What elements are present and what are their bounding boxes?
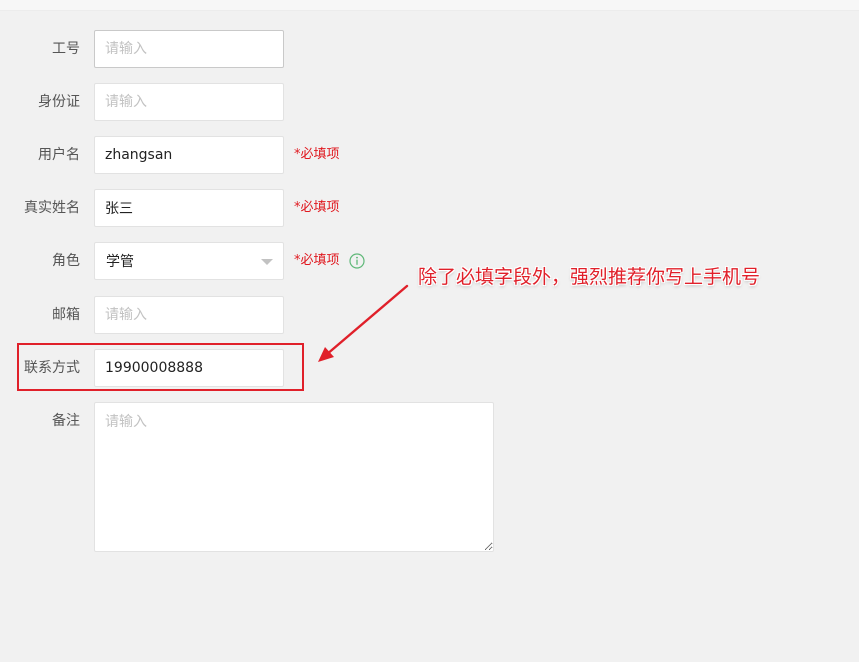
remark-textarea[interactable]	[94, 402, 494, 552]
info-icon[interactable]	[349, 253, 365, 269]
top-bar	[0, 0, 859, 11]
row-real-name: 真实姓名 *必填项	[0, 189, 420, 227]
username-input[interactable]	[94, 136, 284, 174]
real-name-input[interactable]	[94, 189, 284, 227]
real-name-required-hint: *必填项	[294, 200, 340, 215]
contact-highlight-box	[17, 343, 304, 391]
id-card-input[interactable]	[94, 83, 284, 121]
email-label: 邮箱	[52, 307, 80, 323]
row-employee-no: 工号	[0, 30, 420, 68]
id-card-label: 身份证	[38, 94, 80, 110]
employee-no-input[interactable]	[94, 30, 284, 68]
row-id-card: 身份证	[0, 83, 420, 121]
real-name-label: 真实姓名	[24, 200, 80, 216]
username-required-hint: *必填项	[294, 147, 340, 162]
username-label: 用户名	[38, 147, 80, 163]
email-input[interactable]	[94, 296, 284, 334]
employee-no-label: 工号	[52, 41, 80, 57]
role-select[interactable]: 学管	[94, 242, 284, 280]
remark-label: 备注	[52, 413, 80, 429]
chevron-down-icon	[261, 259, 273, 265]
role-required-hint: *必填项	[294, 253, 340, 268]
role-label: 角色	[52, 253, 80, 269]
row-role: 角色 学管 *必填项	[0, 242, 420, 280]
row-username: 用户名 *必填项	[0, 136, 420, 174]
annotation-callout: 除了必填字段外，强烈推荐你写上手机号	[418, 266, 761, 288]
row-email: 邮箱	[0, 296, 420, 334]
role-selected-value: 学管	[106, 254, 134, 270]
